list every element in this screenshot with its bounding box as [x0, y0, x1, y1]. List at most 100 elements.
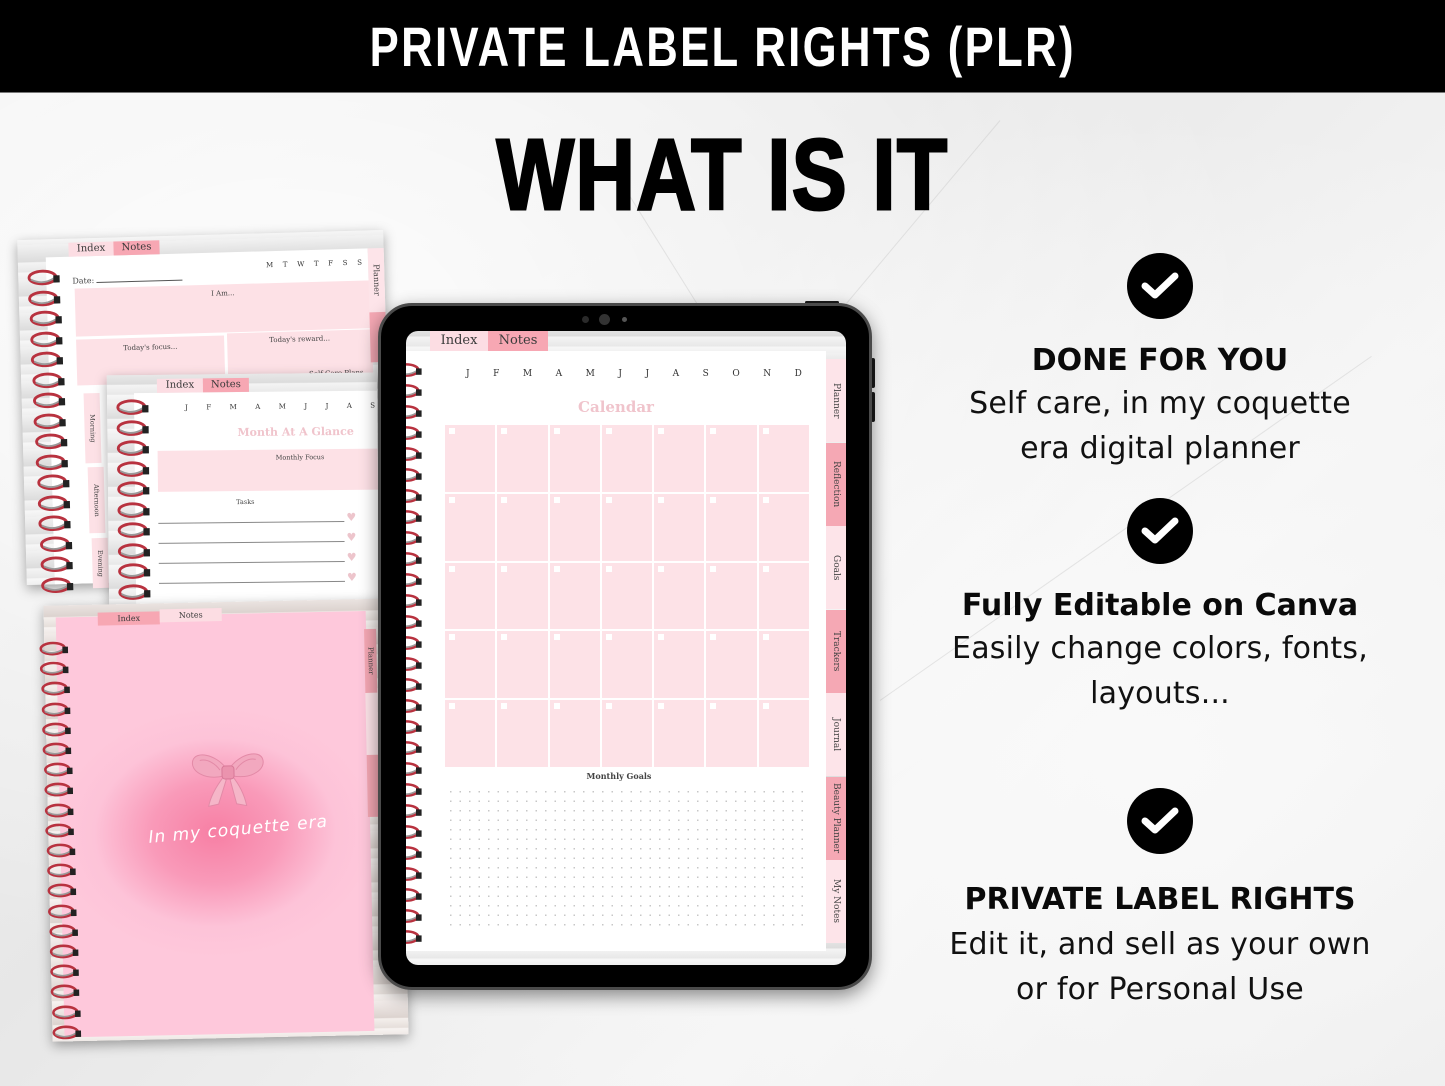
side-tab-my-notes[interactable]: My Notes — [826, 860, 846, 943]
calendar-day-cell[interactable] — [706, 425, 757, 492]
calendar-day-cell[interactable] — [497, 493, 548, 561]
side-tab-planner[interactable]: Planner — [826, 359, 846, 442]
monthly-goals-label: Monthly Goals — [586, 771, 652, 781]
calendar-day-cell[interactable] — [654, 562, 705, 630]
dot-grid-notes[interactable] — [446, 787, 810, 933]
time-tab-evening[interactable]: Evening — [91, 537, 109, 589]
tab-index[interactable]: Index — [97, 611, 160, 626]
month-oct[interactable]: O — [732, 369, 739, 379]
calendar-day-cell[interactable] — [549, 631, 600, 699]
spiral-ring-icon — [406, 613, 424, 635]
month-sep[interactable]: S — [703, 369, 709, 379]
calendar-day-cell[interactable] — [706, 700, 757, 767]
calendar-day-cell[interactable] — [497, 562, 548, 630]
month-aug[interactable]: A — [673, 369, 680, 379]
calendar-day-cell[interactable] — [601, 700, 653, 767]
feature-title: PRIVATE LABEL RIGHTS — [964, 882, 1356, 917]
month-feb[interactable]: F — [493, 369, 499, 379]
calendar-day-cell[interactable] — [549, 700, 600, 767]
spiral-ring-icon — [48, 922, 80, 945]
calendar-day-cell[interactable] — [497, 425, 548, 492]
calendar-day-cell[interactable] — [654, 700, 705, 767]
spiral-ring-icon — [40, 680, 72, 703]
spiral-ring-icon — [39, 659, 71, 682]
camera-sensor — [622, 317, 627, 322]
side-tab-journal[interactable]: Journal — [826, 693, 846, 776]
calendar-day-cell[interactable] — [654, 425, 705, 492]
calendar-day-cell[interactable] — [601, 562, 653, 630]
calendar-day-cell[interactable] — [758, 425, 809, 492]
calendar-day-cell[interactable] — [706, 631, 757, 699]
spiral-ring-icon — [406, 844, 424, 866]
calendar-day-cell[interactable] — [758, 700, 809, 767]
side-tab-reflection[interactable]: Reflection — [826, 442, 846, 526]
tab-index[interactable]: Index — [430, 331, 488, 351]
tab-notes[interactable]: Notes — [488, 331, 548, 351]
spiral-ring-icon — [406, 403, 424, 425]
time-tab-afternoon[interactable]: Afternoon — [87, 466, 106, 534]
calendar-day-cell[interactable] — [758, 562, 809, 630]
calendar-day-cell[interactable] — [758, 631, 809, 699]
month-jul[interactable]: J — [646, 369, 650, 379]
month-may[interactable]: M — [586, 369, 595, 379]
spiral-ring-icon — [406, 802, 424, 824]
feature-title: Fully Editable on Canva — [961, 588, 1359, 623]
side-tab-secondary[interactable] — [365, 692, 379, 756]
feature-desc-line: era digital planner — [1020, 431, 1300, 466]
calendar-day-cell[interactable] — [497, 631, 548, 699]
spiral-ring-icon — [43, 781, 75, 804]
spiral-ring-icon — [42, 740, 74, 763]
spiral-ring-icon — [406, 571, 424, 593]
calendar-day-cell[interactable] — [654, 493, 705, 561]
calendar-day-cell[interactable] — [549, 562, 600, 630]
calendar-day-cell[interactable] — [497, 700, 548, 767]
calendar-day-cell[interactable] — [601, 425, 653, 492]
month-title: Month At A Glance — [237, 424, 354, 440]
side-tab-trackers[interactable]: Trackers — [826, 609, 846, 693]
calendar-day-cell[interactable] — [601, 631, 653, 699]
calendar-day-cell[interactable] — [706, 562, 757, 630]
calendar-day-cell[interactable] — [758, 493, 809, 561]
month-apr[interactable]: A — [556, 369, 563, 379]
calendar-day-cell[interactable] — [549, 493, 600, 561]
tab-notes[interactable]: Notes — [113, 240, 160, 256]
tab-notes[interactable]: Notes — [159, 608, 222, 623]
spiral-ring-icon — [406, 487, 424, 509]
side-tab-beauty-planner[interactable]: Beauty Planner — [826, 776, 846, 860]
spiral-ring-icon — [47, 902, 79, 925]
time-tab-morning[interactable]: Morning — [83, 392, 102, 464]
spiral-ring-icon — [406, 424, 424, 446]
calendar-day-cell[interactable] — [549, 425, 600, 492]
tab-index[interactable]: Index — [156, 378, 203, 393]
calendar-day-cell[interactable] — [445, 493, 496, 561]
calendar-day-cell[interactable] — [445, 562, 496, 630]
heart-icon: ♥ — [346, 550, 357, 564]
tab-notes[interactable]: Notes — [202, 377, 249, 393]
side-tab-goals[interactable]: Goals — [826, 526, 846, 609]
spiral-ring-icon — [406, 886, 424, 908]
month-jan[interactable]: J — [466, 369, 470, 379]
month-mar[interactable]: M — [523, 369, 532, 379]
calendar-day-cell[interactable] — [445, 631, 496, 699]
calendar-day-cell[interactable] — [601, 493, 653, 561]
calendar-day-cell[interactable] — [654, 631, 705, 699]
spiral-ring-icon — [50, 1003, 82, 1026]
tablet-device: Index Notes J F M A M J J A S O N D Cale… — [378, 303, 872, 990]
tab-index[interactable]: Index — [68, 241, 114, 257]
side-tab-planner[interactable]: Planner — [367, 247, 386, 313]
side-tab-planner[interactable]: Planner — [364, 628, 378, 694]
month-nov[interactable]: N — [763, 369, 771, 379]
spiral-ring-icon — [406, 697, 424, 719]
spiral-ring-icon — [44, 801, 76, 824]
spiral-ring-icon — [51, 1023, 83, 1046]
calendar-day-cell[interactable] — [445, 425, 496, 492]
feature-done-for-you: DONE FOR YOU Self care, in my coquette e… — [925, 253, 1395, 471]
feature-desc-line: Self care, in my coquette — [969, 386, 1351, 421]
month-jun[interactable]: J — [618, 369, 622, 379]
camera-dot — [582, 316, 589, 323]
calendar-day-cell[interactable] — [445, 700, 496, 767]
month-dec[interactable]: D — [795, 369, 802, 379]
calendar-day-cell[interactable] — [706, 493, 757, 561]
spiral-ring-icon — [406, 550, 424, 572]
spiral-ring-icon — [406, 382, 424, 404]
